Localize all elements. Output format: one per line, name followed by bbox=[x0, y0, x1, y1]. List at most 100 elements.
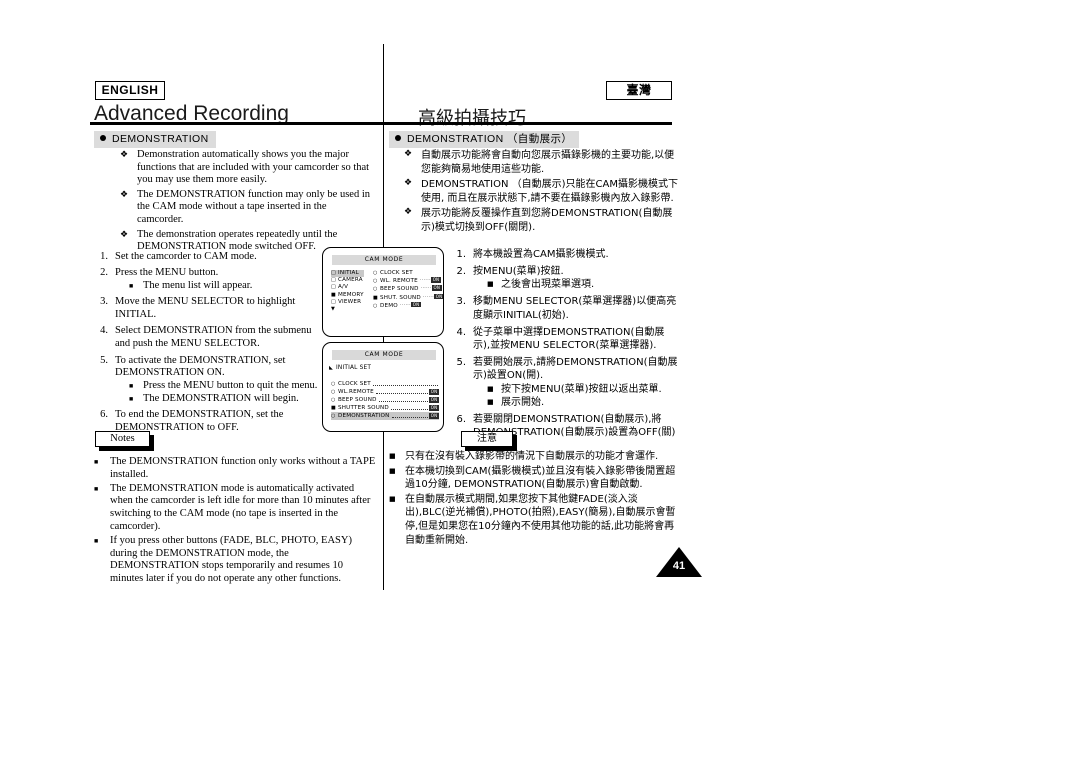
lcd-submenu-item-label: BEEP SOUND bbox=[338, 397, 377, 403]
lcd-submenu-item: ○ BEEP SOUND ON bbox=[331, 396, 439, 404]
section-heading-english-label: DEMONSTRATION bbox=[112, 133, 209, 145]
menu-marker-filled-icon: ■ bbox=[331, 405, 336, 411]
steps-list-english: 1. Set the camcorder to CAM mode. 2. Press … bbox=[94, 251, 319, 438]
page-number-label: 41 bbox=[672, 560, 686, 572]
bullet-dot-icon bbox=[100, 135, 106, 141]
step-number: 5. bbox=[100, 354, 108, 366]
steps-list-chinese: 1. 將本機設置為CAM攝影機模式. 2. 按MENU(菜單)按鈕.之後會出現菜單選項… bbox=[452, 248, 680, 457]
menu-marker-open-icon: ○ bbox=[331, 389, 336, 395]
lcd-menu-item-label: WL. REMOTE bbox=[380, 278, 420, 285]
lcd-menu-item: ○ WL. REMOTE ······ ON bbox=[373, 277, 441, 285]
leader-dots: ······ bbox=[422, 294, 435, 300]
lcd-title-cam-mode: CAM MODE bbox=[332, 255, 436, 265]
step-sub-item: 之後會出現菜單選項. bbox=[487, 278, 680, 291]
step-text: 從子菜單中選擇DEMONSTRATION(自動展示),並按MENU SELECT… bbox=[473, 326, 665, 351]
lcd-submenu-item-label: CLOCK SET bbox=[338, 381, 371, 387]
lcd-menu-item-label: BEEP SOUND bbox=[380, 286, 421, 293]
step-text: 移動MENU SELECTOR(菜單選擇器)以便高亮度顯示INITIAL(初始)… bbox=[473, 296, 677, 321]
menu-marker-open-icon: □ bbox=[331, 270, 336, 276]
note-item: 在自動展示模式期間,如果您按下其他鍵FADE(淡入淡出),BLC(逆光補償),P… bbox=[389, 493, 681, 547]
menu-marker-open-icon: □ bbox=[331, 298, 336, 305]
manual-page: ENGLISH 臺灣 Advanced Recording 高級拍攝技巧 DEM… bbox=[0, 0, 1080, 764]
step-item: 5. 若要開始展示,請將DEMONSTRATION(自動展示)設置ON(開).按下… bbox=[452, 356, 680, 410]
lcd-menu-item-label: A/V bbox=[338, 284, 349, 291]
lcd-submenu-item-label: WL.REMOTE bbox=[338, 389, 374, 395]
lcd-menu-item-value: ON bbox=[430, 277, 441, 283]
page-number-badge: 41 bbox=[656, 547, 702, 577]
step-number: 6. bbox=[456, 413, 466, 425]
list-item: The DEMONSTRATION function may only be u… bbox=[120, 188, 375, 227]
step-number: 4. bbox=[100, 325, 108, 337]
lcd-submenu-list: ○ CLOCK SET ○ WL.REMOTE ON ○ BEEP SOUND ON ■ SHUT… bbox=[331, 380, 439, 420]
step-text: Press the MENU button. bbox=[115, 267, 219, 279]
lcd-title-cam-mode: CAM MODE bbox=[332, 350, 436, 360]
notes-caption-english: Notes bbox=[95, 431, 150, 447]
note-item: The DEMONSTRATION function only works wi… bbox=[94, 456, 376, 482]
scroll-down-indicator-icon: ▼ bbox=[331, 306, 335, 312]
step-sub-item: The DEMONSTRATION will begin. bbox=[129, 393, 319, 406]
lcd-menu-item-label: SHUT. SOUND bbox=[380, 294, 423, 301]
section-heading-english: DEMONSTRATION bbox=[94, 131, 216, 148]
menu-marker-open-icon: ○ bbox=[373, 286, 378, 293]
menu-marker-filled-icon: ■ bbox=[373, 294, 378, 301]
leader-dots bbox=[391, 413, 428, 418]
lcd-main-menu-left-column: □ INITIAL □ CAMERA □ A/V ■ MEMORY □ VIEWER bbox=[331, 270, 364, 306]
note-item: 只有在沒有裝入錄影帶的情況下自動展示的功能才會運作. bbox=[389, 450, 681, 464]
intro-list-english: Demonstration automatically shows you th… bbox=[120, 148, 375, 256]
note-item: 在本機切換到CAM(攝影機模式)並且沒有裝入錄影帶後閒置超過10分鐘, DEMO… bbox=[389, 465, 681, 492]
lcd-submenu-header-label: INITIAL SET bbox=[336, 365, 372, 371]
lcd-menu-item-label: MEMORY bbox=[338, 291, 364, 298]
leader-dots bbox=[378, 397, 428, 402]
step-number: 1. bbox=[456, 249, 466, 260]
lcd-menu-item: □ A/V bbox=[331, 284, 364, 291]
step-sub-item: 展示開始. bbox=[487, 396, 680, 409]
notes-list-chinese: 只有在沒有裝入錄影帶的情況下自動展示的功能才會運作.在本機切換到CAM(攝影機模… bbox=[389, 450, 681, 548]
step-item: 3. Move the MENU SELECTOR to highlight IN… bbox=[94, 296, 319, 322]
step-text: To end the DEMONSTRATION, set the DEMONS… bbox=[115, 409, 284, 434]
language-badge-english: ENGLISH bbox=[95, 81, 165, 100]
lcd-menu-item-value: ON bbox=[431, 285, 442, 291]
lcd-screen-main-menu: CAM MODE □ INITIAL □ CAMERA □ A/V ■ MEMORY □ VIEW… bbox=[322, 247, 444, 337]
step-item: 5. To activate the DEMONSTRATION, set DEM… bbox=[94, 355, 319, 406]
menu-marker-open-icon: ○ bbox=[373, 278, 378, 285]
leader-dots: ······ bbox=[419, 278, 431, 284]
notes-list-english: The DEMONSTRATION function only works wi… bbox=[94, 456, 376, 587]
note-item: The DEMONSTRATION mode is automatically … bbox=[94, 483, 376, 534]
step-sub-list: 之後會出現菜單選項. bbox=[473, 278, 680, 291]
lcd-menu-item-label: INITIAL bbox=[338, 270, 359, 276]
lcd-submenu-item-label: SHUTTER SOUND bbox=[338, 405, 389, 411]
step-sub-list: The menu list will appear. bbox=[115, 280, 319, 293]
section-heading-chinese: DEMONSTRATION （自動展示） bbox=[389, 131, 580, 148]
lcd-submenu-item-value: ON bbox=[429, 397, 439, 403]
lcd-submenu-item: ○ WL.REMOTE ON bbox=[331, 388, 439, 396]
bullet-dot-icon bbox=[395, 135, 401, 141]
lcd-menu-item: □ INITIAL bbox=[331, 270, 364, 278]
menu-marker-open-icon: ○ bbox=[331, 397, 336, 403]
step-text: Move the MENU SELECTOR to highlight INIT… bbox=[115, 296, 296, 321]
step-number: 4. bbox=[456, 326, 466, 338]
menu-marker-filled-icon: ■ bbox=[331, 291, 336, 298]
step-sub-item: Press the MENU button to quit the menu. bbox=[129, 380, 319, 393]
step-text: Select DEMONSTRATION from the submenu an… bbox=[115, 325, 312, 350]
step-number: 3. bbox=[100, 296, 108, 308]
lcd-menu-item: ○ BEEP SOUND ······ ON bbox=[373, 285, 442, 293]
step-item: 1. 將本機設置為CAM攝影機模式. bbox=[452, 248, 680, 261]
menu-marker-open-icon: □ bbox=[331, 284, 336, 291]
lcd-menu-item: ○ DEMO ······ ON bbox=[373, 301, 439, 310]
step-item: 2. Press the MENU button.The menu list wi… bbox=[94, 267, 319, 293]
list-item: 展示功能將反覆操作直到您將DEMONSTRATION(自動展示)模式切換到OFF… bbox=[404, 206, 679, 234]
note-item: If you press other buttons (FADE, BLC, P… bbox=[94, 535, 376, 586]
lcd-submenu-header: ◣ INITIAL SET bbox=[329, 365, 371, 371]
lcd-menu-item: ○ CLOCK SET bbox=[373, 270, 439, 277]
lcd-menu-item-label: CLOCK SET bbox=[380, 270, 415, 276]
lcd-submenu-item-value: ON bbox=[429, 405, 439, 411]
leader-dots bbox=[390, 405, 428, 410]
lcd-submenu-item-value: ON bbox=[429, 413, 439, 419]
menu-marker-open-icon: ○ bbox=[373, 270, 378, 276]
step-item: 4. 從子菜單中選擇DEMONSTRATION(自動展示),並按MENU SELE… bbox=[452, 326, 680, 353]
step-text: To activate the DEMONSTRATION, set DEMON… bbox=[115, 354, 286, 379]
step-number: 5. bbox=[456, 356, 466, 368]
lcd-main-menu-right-column: ○ CLOCK SET ○ WL. REMOTE ······ ON ○ BEEP SOU… bbox=[373, 270, 443, 310]
title-rule bbox=[90, 122, 672, 125]
lcd-menu-item: □ VIEWER bbox=[331, 299, 364, 306]
